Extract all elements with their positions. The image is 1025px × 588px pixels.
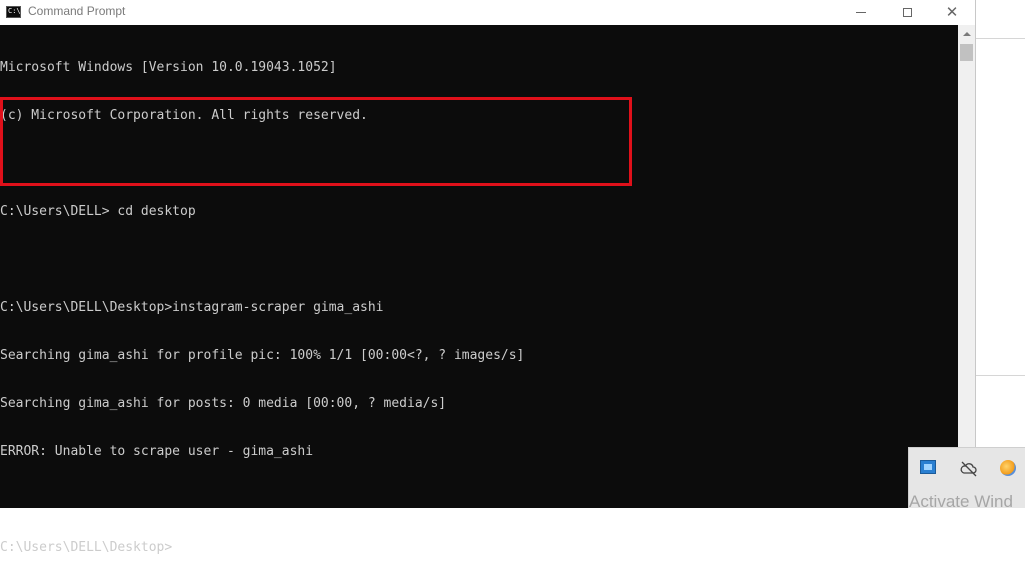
vertical-scrollbar[interactable] [958, 25, 975, 508]
console-line: C:\Users\DELL\Desktop>instagram-scraper … [0, 300, 384, 315]
scroll-up-button[interactable] [958, 25, 975, 42]
activate-windows-watermark: Activate Wind [909, 492, 1013, 511]
window-title: Command Prompt [28, 4, 126, 18]
console-line: Searching gima_ashi for posts: 0 media [… [0, 396, 447, 411]
divider [976, 38, 1025, 39]
tray-overflow-popup: Activate Wind [908, 447, 1025, 511]
red-highlight-annotation [0, 97, 632, 186]
console-line: ERROR: Unable to scrape user - gima_ashi [0, 444, 314, 459]
color-ball-icon[interactable] [1000, 460, 1018, 478]
scroll-thumb[interactable] [960, 44, 973, 61]
maximize-button[interactable] [884, 0, 930, 25]
console-line: Searching gima_ashi for profile pic: 100… [0, 348, 525, 363]
close-icon: ✕ [945, 3, 959, 21]
console-line: Microsoft Windows [Version 10.0.19043.10… [0, 60, 337, 75]
command-prompt-window: C:\ Command Prompt ✕ Microsoft Windows [… [0, 0, 976, 555]
close-button[interactable]: ✕ [929, 0, 975, 25]
console-line: C:\Users\DELL> cd desktop [0, 204, 196, 219]
divider [976, 375, 1025, 376]
background-window [976, 0, 1025, 508]
network-display-icon[interactable] [920, 460, 938, 478]
minimize-button[interactable] [838, 0, 884, 25]
cmd-app-icon[interactable]: C:\ [6, 6, 21, 18]
arrow-up-icon [962, 31, 971, 36]
title-bar[interactable]: C:\ Command Prompt ✕ [0, 0, 975, 25]
console-prompt-line: C:\Users\DELL\Desktop> [0, 540, 173, 555]
maximize-icon [902, 8, 912, 17]
cloud-offline-icon[interactable] [960, 460, 978, 478]
minimize-icon [856, 12, 866, 13]
